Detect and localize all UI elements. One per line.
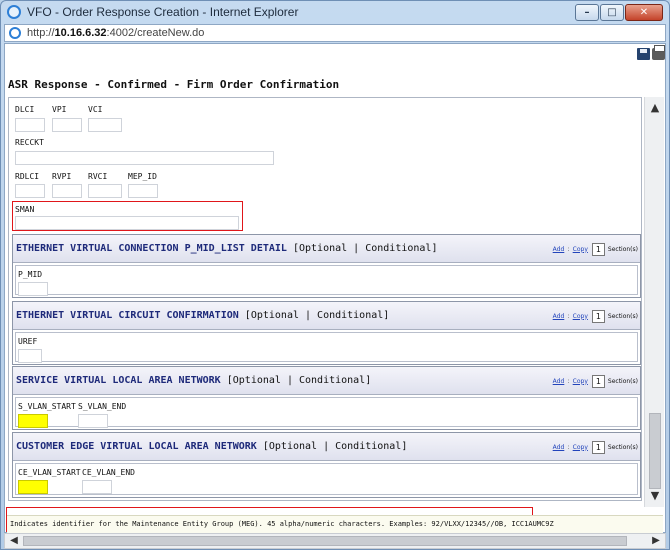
print-icon[interactable] [652, 45, 665, 60]
s-vlan-start-field[interactable] [18, 414, 48, 428]
ie-logo-icon [7, 5, 21, 19]
section-count-input[interactable]: 1 [591, 309, 605, 323]
s-vlan-end-field[interactable] [78, 414, 108, 428]
uref-label: UREF [18, 337, 38, 346]
section-suffix: Section(s) [607, 443, 638, 451]
section-count-input[interactable]: 1 [591, 242, 605, 256]
copy-link[interactable]: Copy [573, 378, 588, 385]
form-content: DLCI VPI VCI RECCKT RDLCI RVPI RVCI MEP_… [8, 97, 642, 501]
dlci-label: DLCI [15, 105, 35, 114]
rdlci-label: RDLCI [15, 172, 40, 181]
recckt-label: RECCKT [15, 138, 44, 147]
address-url[interactable]: http://10.16.6.32:4002/createNew.do [27, 27, 204, 39]
add-link[interactable]: Add [553, 246, 565, 253]
title-bar: VFO - Order Response Creation - Internet… [1, 1, 669, 23]
scroll-thumb[interactable] [649, 413, 661, 489]
section-evc-pmid-list: ETHERNET VIRTUAL CONNECTION P_MID_LIST D… [12, 234, 641, 298]
h-scroll-thumb[interactable] [23, 536, 627, 546]
window-title: VFO - Order Response Creation - Internet… [27, 5, 299, 19]
horizontal-scrollbar[interactable]: ◀ ▶ [4, 533, 666, 549]
section-count-input[interactable]: 1 [591, 374, 605, 388]
section-title: CUSTOMER EDGE VIRTUAL LOCAL AREA NETWORK… [16, 441, 408, 452]
section-evc-confirmation: ETHERNET VIRTUAL CIRCUIT CONFIRMATION [O… [12, 301, 641, 365]
scroll-left-icon[interactable]: ◀ [6, 534, 22, 548]
maximize-icon: □ [607, 7, 617, 18]
page-icon [9, 27, 21, 39]
recckt-field[interactable] [15, 151, 274, 165]
p-mid-field[interactable] [18, 282, 48, 296]
sman-label: SMAN [15, 205, 35, 214]
section-title: ETHERNET VIRTUAL CIRCUIT CONFIRMATION [O… [16, 310, 390, 321]
ce-vlan-start-field[interactable] [18, 480, 48, 494]
vpi-label: VPI [52, 105, 67, 114]
scroll-up-icon[interactable]: ▲ [645, 101, 665, 115]
ce-vlan-end-label: CE_VLAN_END [82, 468, 135, 477]
add-link[interactable]: Add [553, 378, 565, 385]
browser-window: VFO - Order Response Creation - Internet… [0, 0, 670, 550]
rdlci-field[interactable] [15, 184, 45, 198]
section-suffix: Section(s) [607, 377, 638, 385]
status-bar: Indicates identifier for the Maintenance… [7, 515, 663, 533]
save-icon[interactable] [637, 48, 650, 60]
copy-link[interactable]: Copy [573, 444, 588, 451]
rvpi-field[interactable] [52, 184, 82, 198]
mep-id-label: MEP_ID [128, 172, 157, 181]
copy-link[interactable]: Copy [573, 313, 588, 320]
scroll-right-icon[interactable]: ▶ [648, 534, 664, 548]
uref-field[interactable] [18, 349, 42, 363]
minimize-icon: – [584, 7, 590, 18]
add-link[interactable]: Add [553, 444, 565, 451]
page-title: ASR Response - Confirmed - Firm Order Co… [8, 78, 340, 91]
close-button[interactable]: ✕ [625, 4, 663, 21]
dlci-field[interactable] [15, 118, 45, 132]
copy-link[interactable]: Copy [573, 246, 588, 253]
section-suffix: Section(s) [607, 245, 638, 253]
status-text: Indicates identifier for the Maintenance… [10, 520, 554, 528]
vertical-scrollbar[interactable]: ▲ ▼ [644, 97, 664, 507]
page-area: ASR Response - Confirmed - Firm Order Co… [4, 43, 666, 533]
scroll-down-icon[interactable]: ▼ [645, 489, 665, 503]
add-link[interactable]: Add [553, 313, 565, 320]
s-vlan-start-label: S_VLAN_START [18, 402, 76, 411]
vci-field[interactable] [88, 118, 122, 132]
mep-id-field[interactable] [128, 184, 158, 198]
maximize-button[interactable]: □ [600, 4, 624, 21]
p-mid-label: P_MID [18, 270, 43, 279]
section-suffix: Section(s) [607, 312, 638, 320]
vci-label: VCI [88, 105, 103, 114]
section-customer-edge-vlan: CUSTOMER EDGE VIRTUAL LOCAL AREA NETWORK… [12, 432, 641, 498]
rvci-label: RVCI [88, 172, 108, 181]
section-service-vlan: SERVICE VIRTUAL LOCAL AREA NETWORK [Opti… [12, 366, 641, 430]
section-count-input[interactable]: 1 [591, 440, 605, 454]
section-title: SERVICE VIRTUAL LOCAL AREA NETWORK [Opti… [16, 375, 372, 386]
minimize-button[interactable]: – [575, 4, 599, 21]
sman-field[interactable] [15, 216, 239, 230]
address-bar[interactable]: http://10.16.6.32:4002/createNew.do [4, 24, 666, 42]
rvci-field[interactable] [88, 184, 122, 198]
ce-vlan-end-field[interactable] [82, 480, 112, 494]
vpi-field[interactable] [52, 118, 82, 132]
close-icon: ✕ [639, 7, 649, 18]
ce-vlan-start-label: CE_VLAN_START [18, 468, 81, 477]
s-vlan-end-label: S_VLAN_END [78, 402, 127, 411]
section-title: ETHERNET VIRTUAL CONNECTION P_MID_LIST D… [16, 243, 438, 254]
rvpi-label: RVPI [52, 172, 72, 181]
